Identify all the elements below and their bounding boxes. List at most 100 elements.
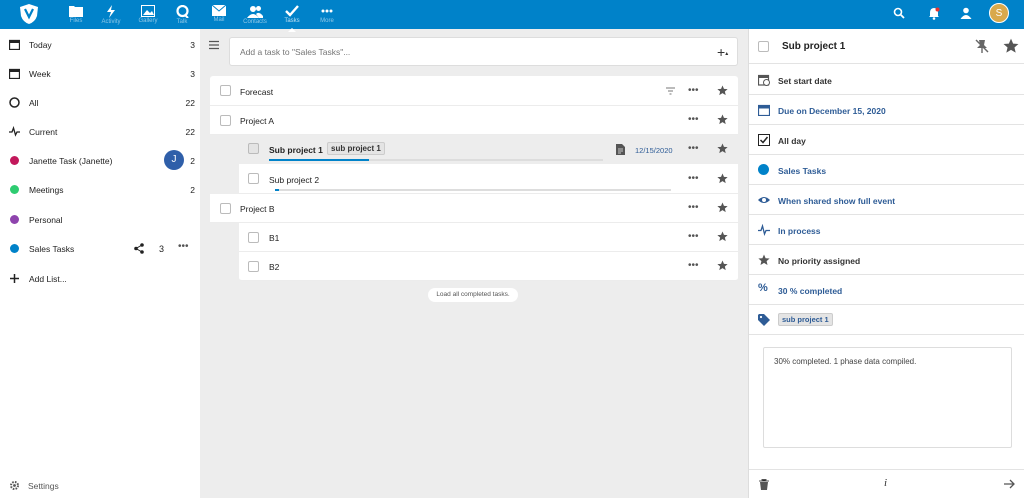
star-icon[interactable] xyxy=(717,85,728,96)
star-icon[interactable] xyxy=(717,260,728,271)
sidebar-item-today[interactable]: Today 3 xyxy=(0,30,200,59)
all-day-row[interactable]: All day xyxy=(749,125,1024,155)
sidebar-item-janette-task[interactable]: Janette Task (Janette) J 2 xyxy=(0,146,200,175)
contacts-menu-icon[interactable] xyxy=(960,7,974,21)
gallery-app-icon[interactable]: Gallery xyxy=(134,5,162,27)
arrow-right-icon[interactable] xyxy=(1004,479,1016,489)
tags-row[interactable]: sub project 1 xyxy=(749,305,1024,335)
add-list-button[interactable]: Add List... xyxy=(0,264,200,293)
star-icon[interactable] xyxy=(717,202,728,213)
priority-row[interactable]: No priority assigned xyxy=(749,245,1024,275)
more-options-icon[interactable]: ••• xyxy=(688,173,699,184)
hamburger-menu-icon[interactable] xyxy=(209,40,219,50)
contacts-app-icon[interactable]: Contacts xyxy=(241,5,269,27)
files-app-icon[interactable]: Files xyxy=(62,5,90,27)
task-tag[interactable]: sub project 1 xyxy=(327,142,385,155)
settings-button[interactable]: Settings xyxy=(0,474,200,498)
more-options-icon[interactable]: ••• xyxy=(688,85,699,96)
percent-complete-row[interactable]: % 30 % completed xyxy=(749,275,1024,305)
task-checkbox[interactable] xyxy=(220,85,231,96)
tasks-app-label: Tasks xyxy=(284,18,300,24)
activity-app-icon[interactable]: Activity xyxy=(97,5,125,27)
sidebar-item-sales-tasks[interactable]: Sales Tasks 3 ••• xyxy=(0,234,200,263)
task-checkbox[interactable] xyxy=(220,203,231,214)
mail-app-label: Mail xyxy=(213,17,225,23)
sidebar-item-all[interactable]: All 22 xyxy=(0,88,200,117)
sidebar-item-count: 3 xyxy=(159,244,165,254)
share-icon[interactable] xyxy=(134,243,144,254)
star-icon[interactable] xyxy=(717,143,728,154)
info-icon[interactable]: i xyxy=(884,477,887,489)
percent-icon: % xyxy=(758,282,768,294)
pulse-icon xyxy=(9,126,20,137)
more-options-icon[interactable]: ••• xyxy=(178,241,189,252)
sidebar-item-label: Week xyxy=(29,69,51,79)
sidebar-item-week[interactable]: Week 3 xyxy=(0,59,200,88)
contacts-app-label: Contacts xyxy=(243,19,267,25)
search-icon[interactable] xyxy=(893,7,907,21)
task-row-b1[interactable]: B1 ••• xyxy=(239,223,738,252)
detail-complete-checkbox[interactable] xyxy=(758,41,769,52)
task-checkbox[interactable] xyxy=(248,173,259,184)
task-row-project-a[interactable]: Project A ••• xyxy=(210,106,738,135)
list-color-dot xyxy=(10,244,19,253)
files-app-label: Files xyxy=(69,18,83,24)
more-apps-icon[interactable]: More xyxy=(313,5,341,27)
task-title: B2 xyxy=(269,262,280,272)
sidebar-item-label: Personal xyxy=(29,215,63,225)
detail-header: Sub project 1 xyxy=(749,29,1024,64)
star-icon[interactable] xyxy=(717,114,728,125)
visibility-row[interactable]: When shared show full event xyxy=(749,185,1024,215)
shared-user-avatar[interactable]: J xyxy=(164,150,184,170)
detail-title[interactable]: Sub project 1 xyxy=(782,41,845,52)
notifications-bell-icon[interactable] xyxy=(928,7,942,21)
tasks-app-icon[interactable]: Tasks xyxy=(278,5,306,32)
task-row-sub-project-2[interactable]: Sub project 2 ••• xyxy=(239,164,738,194)
star-icon xyxy=(758,254,770,265)
calendar-list-row[interactable]: Sales Tasks xyxy=(749,155,1024,185)
more-options-icon[interactable]: ••• xyxy=(688,143,699,154)
more-apps-label: More xyxy=(320,18,334,24)
sidebar-item-meetings[interactable]: Meetings 2 xyxy=(0,175,200,204)
more-options-icon[interactable]: ••• xyxy=(688,114,699,125)
more-options-icon[interactable]: ••• xyxy=(688,231,699,242)
trash-icon[interactable] xyxy=(759,479,769,490)
star-icon[interactable] xyxy=(1003,38,1019,54)
sidebar-item-count: 3 xyxy=(190,40,195,50)
task-checkbox[interactable] xyxy=(220,115,231,126)
task-row-b2[interactable]: B2 ••• xyxy=(239,252,738,281)
star-icon[interactable] xyxy=(717,231,728,242)
sort-icon[interactable] xyxy=(666,87,675,95)
task-row-forecast[interactable]: Forecast ••• xyxy=(210,76,738,106)
due-date-row[interactable]: Due on December 15, 2020 xyxy=(749,95,1024,125)
checkbox-checked-icon[interactable] xyxy=(758,134,770,146)
task-row-sub-project-1[interactable]: Sub project 1 sub project 1 12/15/2020 •… xyxy=(239,135,738,164)
sidebar-item-personal[interactable]: Personal xyxy=(0,205,200,234)
add-task-input[interactable] xyxy=(230,38,737,65)
app-logo-icon[interactable] xyxy=(18,3,40,25)
task-checkbox[interactable] xyxy=(248,232,259,243)
status-label: In process xyxy=(778,226,821,236)
add-task-options-button[interactable]: +▴ xyxy=(717,44,728,60)
detail-tag[interactable]: sub project 1 xyxy=(778,313,833,326)
status-row[interactable]: In process xyxy=(749,215,1024,245)
more-options-icon[interactable]: ••• xyxy=(688,260,699,271)
start-date-row[interactable]: Set start date xyxy=(749,65,1024,95)
talk-app-label: Talk xyxy=(176,19,188,25)
load-completed-tasks-button[interactable]: Load all completed tasks. xyxy=(428,288,518,302)
notes-textarea[interactable]: 30% completed. 1 phase data compiled. xyxy=(763,347,1012,448)
mail-app-icon[interactable]: Mail xyxy=(205,5,233,27)
user-avatar[interactable]: S xyxy=(989,3,1009,23)
calendar-list-label: Sales Tasks xyxy=(778,166,827,176)
pin-off-icon[interactable] xyxy=(974,38,990,54)
sidebar-item-label: Today xyxy=(29,40,52,50)
more-options-icon[interactable]: ••• xyxy=(688,202,699,213)
calendar-icon xyxy=(9,39,20,50)
star-icon[interactable] xyxy=(717,173,728,184)
add-list-label: Add List... xyxy=(29,274,67,284)
task-row-project-b[interactable]: Project B ••• xyxy=(210,194,738,223)
sidebar-item-current[interactable]: Current 22 xyxy=(0,117,200,146)
task-checkbox[interactable] xyxy=(248,143,259,154)
task-checkbox[interactable] xyxy=(248,261,259,272)
talk-app-icon[interactable]: Talk xyxy=(168,5,196,27)
